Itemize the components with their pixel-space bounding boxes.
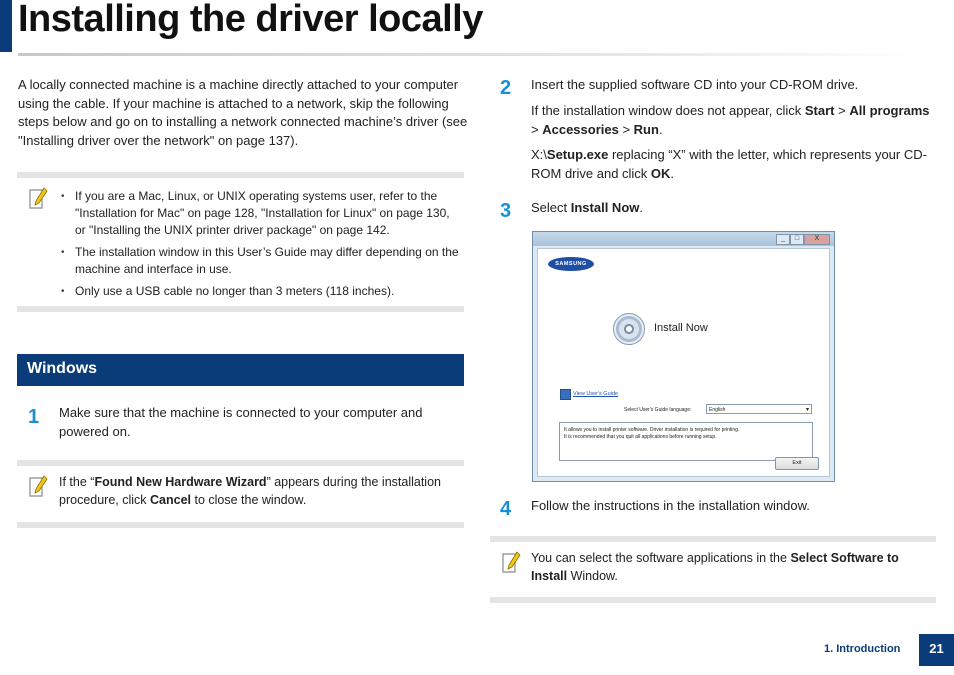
note3-text: You can select the software applications…: [531, 551, 899, 583]
language-select[interactable]: English: [706, 404, 812, 415]
language-label: Select User's Guide language:: [624, 407, 692, 413]
step-number: 2: [500, 77, 512, 99]
cd-disc-icon[interactable]: [613, 313, 645, 345]
note-pencil-icon: [29, 187, 48, 209]
note-item: The installation window in this User’s G…: [59, 244, 459, 278]
note-pencil-icon: [29, 475, 48, 497]
guide-book-icon: [560, 389, 571, 400]
title-accent-bar: [0, 0, 12, 52]
section-heading-windows: Windows: [17, 354, 464, 386]
step2-subtext-setup: X:\Setup.exe replacing “X” with the lett…: [531, 147, 927, 181]
maximize-button[interactable]: □: [790, 234, 804, 245]
step3-text: Select Install Now.: [531, 200, 643, 215]
step2-subtext-start: If the installation window does not appe…: [531, 103, 930, 137]
title-rule: [18, 53, 918, 56]
info-line: It is recommended that you quit all appl…: [564, 433, 717, 440]
close-button[interactable]: X: [804, 234, 830, 245]
view-users-guide-link[interactable]: View User's Guide: [573, 391, 618, 397]
intro-paragraph: A locally connected machine is a machine…: [18, 77, 468, 148]
note-item: Only use a USB cable no longer than 3 me…: [59, 283, 459, 300]
step1-text: Make sure that the machine is connected …: [59, 405, 423, 439]
note-item: If you are a Mac, Linux, or UNIX operati…: [59, 188, 459, 239]
step-number: 3: [500, 200, 512, 222]
step2-text: Insert the supplied software CD into you…: [531, 77, 859, 92]
install-now-button[interactable]: Install Now: [654, 322, 708, 334]
installer-window: _ □ X SAMSUNG Install Now View User's Gu…: [532, 231, 835, 482]
samsung-logo: SAMSUNG: [548, 257, 594, 271]
page-number-badge: 21: [919, 634, 954, 666]
note-box-os: If you are a Mac, Linux, or UNIX operati…: [17, 172, 464, 312]
window-body: SAMSUNG Install Now View User's Guide Se…: [537, 248, 830, 477]
note-box-software: You can select the software applications…: [490, 536, 936, 603]
note2-text: If the “Found New Hardware Wizard” appea…: [59, 475, 441, 507]
step4-text: Follow the instructions in the installat…: [531, 498, 810, 513]
note-box-wizard: If the “Found New Hardware Wizard” appea…: [17, 460, 464, 528]
footer-chapter-label: 1. Introduction: [824, 643, 901, 655]
note-pencil-icon: [502, 551, 521, 573]
info-textbox: It allows you to install printer softwar…: [559, 422, 813, 461]
exit-button[interactable]: Exit: [775, 457, 819, 470]
step-number: 1: [28, 406, 40, 428]
step-number: 4: [500, 498, 512, 520]
page-title: Installing the driver locally: [18, 0, 483, 40]
window-titlebar: _ □ X: [533, 232, 834, 246]
minimize-button[interactable]: _: [776, 234, 790, 245]
